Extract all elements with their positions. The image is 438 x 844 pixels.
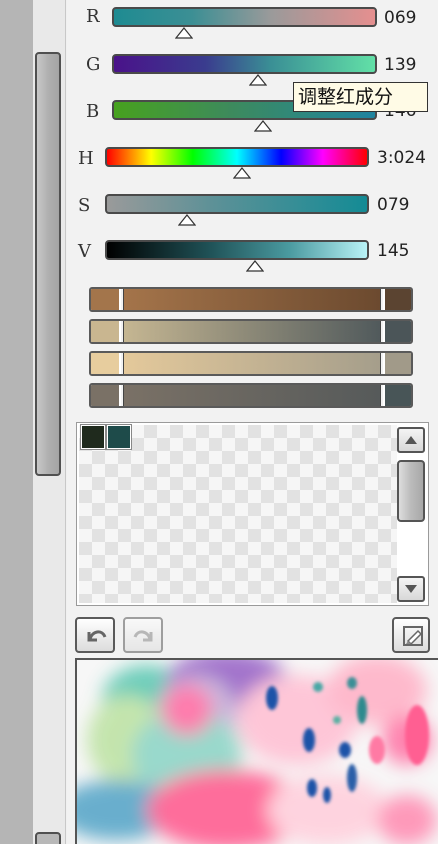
slider-label-g: G — [86, 54, 101, 75]
mixing-bar-3-gradient[interactable] — [123, 353, 381, 374]
slider-value-r[interactable]: 069 — [384, 8, 438, 28]
color-palette — [76, 422, 429, 606]
mixing-bar-2-right-color[interactable] — [383, 321, 411, 342]
mixing-bar-3[interactable] — [89, 351, 413, 376]
redo-button[interactable] — [123, 617, 163, 653]
slider-track-s[interactable] — [105, 194, 369, 214]
mixing-bar-3-left-color[interactable] — [91, 353, 121, 374]
slider-track-h[interactable] — [105, 147, 369, 167]
slider-track-v[interactable] — [105, 240, 369, 260]
triangle-down-icon[interactable] — [397, 576, 425, 602]
slider-label-r: R — [86, 6, 100, 27]
outer-scrollbar-thumb-lower[interactable] — [35, 832, 61, 844]
slider-label-v: V — [78, 241, 91, 262]
slider-track-g[interactable] — [112, 54, 377, 74]
mixing-bar-1-right-color[interactable] — [383, 289, 411, 310]
palette-swatch-1[interactable] — [80, 424, 106, 450]
mixing-bar-4[interactable] — [89, 383, 413, 408]
eraser-icon — [403, 626, 423, 646]
mixing-bar-2[interactable] — [89, 319, 413, 344]
slider-label-s: S — [78, 195, 91, 216]
outer-scrollbar-thumb[interactable] — [35, 52, 61, 476]
mixing-bar-1-gradient[interactable] — [123, 289, 381, 310]
mixing-bar-4-gradient[interactable] — [123, 385, 381, 406]
mixing-bar-3-right-color[interactable] — [383, 353, 411, 374]
slider-value-h[interactable]: 3:024 — [377, 148, 438, 168]
left-edge-strip — [0, 0, 33, 844]
clear-button[interactable] — [392, 617, 430, 653]
palette-scrollbar[interactable] — [397, 427, 425, 603]
palette-grid[interactable] — [79, 425, 397, 603]
slider-label-b: B — [86, 101, 100, 122]
mixing-bar-1-left-color[interactable] — [91, 289, 121, 310]
slider-value-g[interactable]: 139 — [384, 55, 438, 75]
mixing-bar-2-left-color[interactable] — [91, 321, 121, 342]
mixing-bar-1[interactable] — [89, 287, 413, 312]
mixing-bar-4-left-color[interactable] — [91, 385, 121, 406]
undo-arrow-icon — [87, 630, 107, 642]
color-mixing-canvas[interactable] — [75, 658, 438, 844]
slider-value-s[interactable]: 079 — [377, 195, 438, 215]
mixing-bar-4-right-color[interactable] — [383, 385, 411, 406]
triangle-up-icon[interactable] — [397, 427, 425, 453]
slider-label-h: H — [78, 148, 94, 169]
redo-arrow-icon — [133, 630, 153, 642]
mixing-bar-2-gradient[interactable] — [123, 321, 381, 342]
slider-value-v[interactable]: 145 — [377, 241, 438, 261]
palette-scrollbar-thumb[interactable] — [397, 460, 425, 522]
palette-swatch-2[interactable] — [106, 424, 132, 450]
undo-button[interactable] — [75, 617, 115, 653]
slider-track-r[interactable] — [112, 7, 377, 27]
slider-tooltip: 调整红成分 — [293, 82, 428, 112]
